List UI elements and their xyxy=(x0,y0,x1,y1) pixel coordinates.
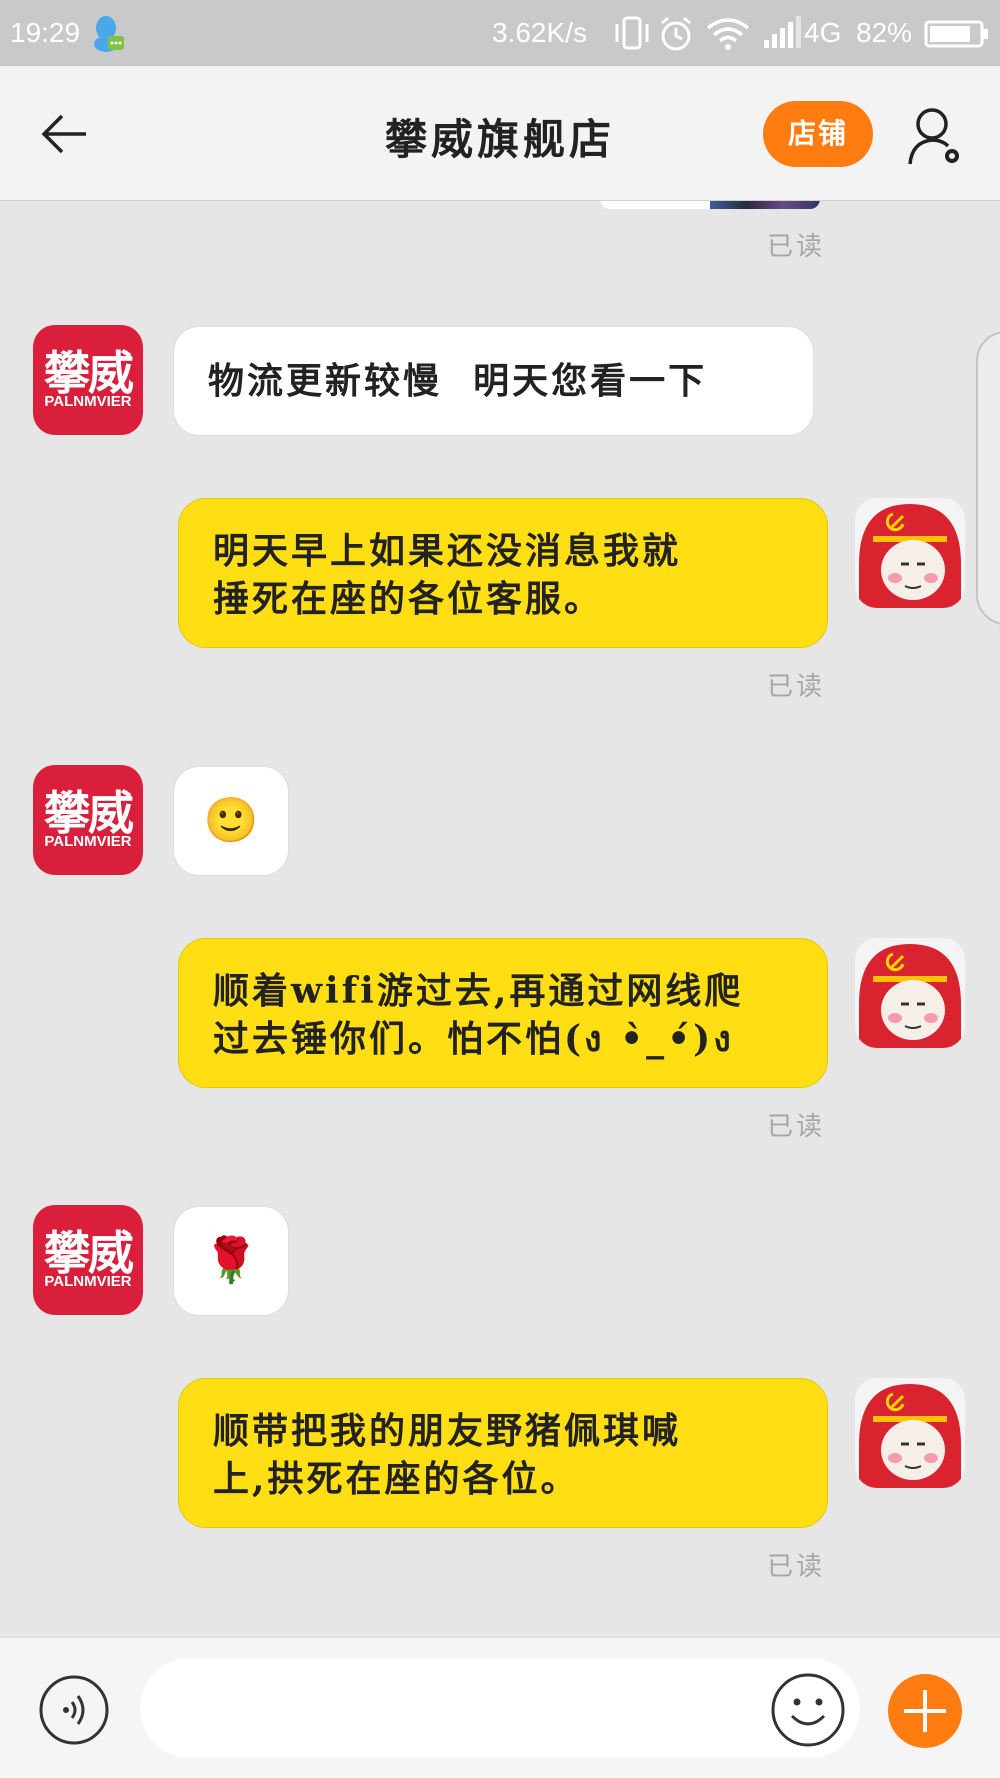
user-avatar[interactable] xyxy=(855,498,965,608)
message-bubble-shop-emoji[interactable]: 🌹 xyxy=(173,1206,289,1316)
voice-input-icon[interactable] xyxy=(38,1674,110,1746)
read-receipt: 已读 xyxy=(766,672,825,702)
status-time: 19:29 xyxy=(10,17,81,48)
side-drawer-handle[interactable] xyxy=(976,331,1000,625)
previous-image-message[interactable] xyxy=(600,201,820,209)
shop-button[interactable]: 店铺 xyxy=(763,101,873,167)
message-input[interactable] xyxy=(140,1658,860,1758)
read-receipt: 已读 xyxy=(766,1552,825,1582)
qq-notification-icon xyxy=(94,16,124,52)
shop-avatar[interactable]: 攀威 PALNMVIER xyxy=(33,1205,143,1315)
shop-avatar[interactable]: 攀威 PALNMVIER xyxy=(33,325,143,435)
message-bubble-me[interactable]: 顺带把我的朋友野猪佩琪喊 上,拱死在座的各位。 xyxy=(178,1378,828,1528)
read-receipt: 已读 xyxy=(766,232,825,262)
user-avatar[interactable] xyxy=(855,1378,965,1488)
message-line: 明天早上如果还没消息我就 xyxy=(213,530,682,572)
chat-message-list[interactable]: 已读 攀威 PALNMVIER 物流更新较慢 明天您看一下 明天早上如果还没消息… xyxy=(0,201,1000,1637)
battery-percent: 82% xyxy=(856,17,913,48)
read-receipt: 已读 xyxy=(766,1112,825,1142)
shop-avatar[interactable]: 攀威 PALNMVIER xyxy=(33,765,143,875)
battery-icon xyxy=(924,20,988,48)
user-settings-icon[interactable] xyxy=(906,104,964,168)
network-type: 4G xyxy=(804,17,842,48)
message-bubble-me[interactable]: 顺着wifi游过去,再通过网线爬 过去锤你们。怕不怕(ง •̀_•́)ง xyxy=(178,938,828,1088)
message-line: 顺带把我的朋友野猪佩琪喊 xyxy=(213,1410,682,1452)
user-avatar[interactable] xyxy=(855,938,965,1048)
shop-logo-english: PALNMVIER xyxy=(44,833,132,850)
meme-avatar-image xyxy=(855,938,965,1048)
message-bubble-shop-emoji[interactable]: 🙂 xyxy=(173,766,289,876)
message-bubble-me[interactable]: 明天早上如果还没消息我就 捶死在座的各位客服。 xyxy=(178,498,828,648)
message-line: 上,拱死在座的各位。 xyxy=(213,1458,580,1500)
shop-logo-english: PALNMVIER xyxy=(44,393,132,410)
status-bar: 19:29 3.62K/s 4G 82% xyxy=(0,0,1000,66)
message-line: 顺着wifi游过去,再通过网线爬 xyxy=(213,970,744,1012)
message-line: 过去锤你们。怕不怕(ง •̀_•́)ง xyxy=(213,1018,734,1060)
message-bubble-shop[interactable]: 物流更新较慢 明天您看一下 xyxy=(173,326,814,436)
signal-icon xyxy=(764,16,801,48)
shop-logo-english: PALNMVIER xyxy=(44,1273,132,1290)
meme-avatar-image xyxy=(855,1378,965,1488)
alarm-icon xyxy=(661,16,691,51)
emoji-icon[interactable] xyxy=(770,1672,846,1748)
network-speed: 3.62K/s xyxy=(492,17,587,48)
chat-header: 攀威旗舰店 店铺 xyxy=(0,66,1000,201)
vibrate-icon xyxy=(615,16,649,50)
plus-icon[interactable] xyxy=(888,1674,962,1748)
wifi-icon xyxy=(706,18,750,50)
meme-avatar-image xyxy=(855,498,965,608)
message-input-bar xyxy=(0,1637,1000,1778)
message-line: 捶死在座的各位客服。 xyxy=(213,578,604,620)
